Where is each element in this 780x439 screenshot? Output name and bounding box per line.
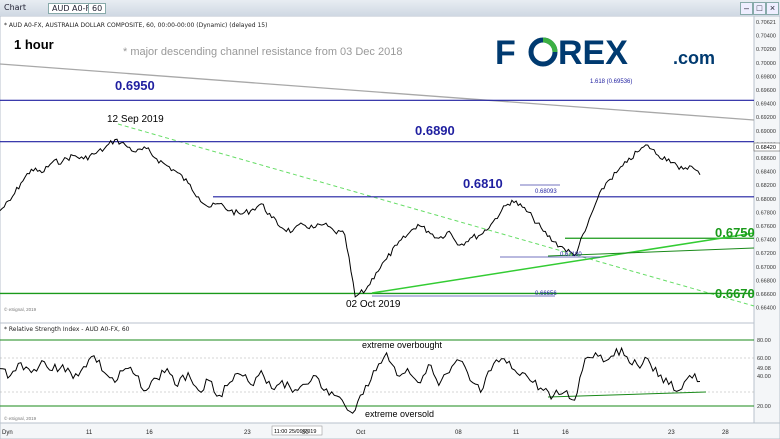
rsi-tick-label: 20.00 [757,404,771,410]
oversold-label: extreme oversold [365,409,434,419]
time-tick-label: 28 [722,430,729,436]
time-axis-left: Dyn [2,430,13,436]
logo-f: F [495,34,516,72]
chart-window-titlebar: Chart AUD A0-FX 60 – □ × [0,0,780,17]
logo-com: .com [673,48,715,68]
time-tick-label: 23 [668,430,675,436]
price-tick-label: 0.66800 [756,278,776,284]
rsi-pane [0,322,755,424]
level-0-6750: 0.6750 [715,225,755,240]
channel-note: * major descending channel resistance fr… [123,46,402,58]
price-tick-label: 0.70621 [756,20,776,26]
close-icon[interactable]: × [766,2,779,15]
price-tick-label: 0.67000 [756,265,776,271]
interval-field[interactable]: 60 [88,3,107,14]
level-0-6670: 0.6670 [715,286,755,301]
price-tick-label: 0.69000 [756,129,776,135]
price-tick-label: 0.68000 [756,197,776,203]
fib-label: 1.618 (0.69536) [590,79,632,85]
price-tick-label: 0.70000 [756,61,776,67]
price-tick-label: 0.67800 [756,210,776,216]
time-axis [0,422,780,439]
copyright-rsi: © eSignal, 2019 [4,415,37,421]
time-tick-label: 11 [86,430,93,436]
price-pane [0,16,755,332]
high-date-label: 12 Sep 2019 [107,114,164,125]
overbought-label: extreme overbought [362,340,443,350]
time-tick-label: 11 [513,430,520,436]
time-tick-label: 08 [455,430,462,436]
time-tick-label: 30 [302,430,309,436]
price-tick-label: 0.67600 [756,224,776,230]
timeframe-label: 1 hour [14,37,54,52]
price-tick-label: 0.70400 [756,34,776,40]
time-tick-label: 23 [244,430,251,436]
price-tick-label: 0.66600 [756,292,776,298]
price-tick-label: 0.67200 [756,251,776,257]
level-0-6810: 0.6810 [463,176,503,191]
rsi-tick-label: 49.08 [757,366,771,372]
price-tick-label: 0.69200 [756,115,776,121]
price-tick-label: 0.68200 [756,183,776,189]
rsi-tick-label: 60.00 [757,356,771,362]
rsi-tick-label: 80.00 [757,338,771,344]
minimize-icon[interactable]: – [740,2,753,15]
level-0-6950: 0.6950 [115,78,155,93]
low-date-label: 02 Oct 2019 [346,299,401,310]
maximize-icon[interactable]: □ [753,2,766,15]
swing-1-label: 0.68093 [535,189,557,195]
swing-2-label: 0.67180 [560,252,582,258]
crosshair-time: 11:00 25/09/2019 [274,429,316,435]
chart-header: * AUD A0-FX, AUSTRALIA DOLLAR COMPOSITE,… [4,22,267,29]
level-0-6890: 0.6890 [415,123,455,138]
rsi-header: * Relative Strength Index - AUD A0-FX, 6… [4,326,130,333]
price-tick-label: 0.68600 [756,156,776,162]
price-tick-label: 0.69400 [756,102,776,108]
price-tick-label: 0.69600 [756,88,776,94]
time-tick-label: Oct [356,430,366,436]
price-chart: * AUD A0-FX, AUSTRALIA DOLLAR COMPOSITE,… [0,16,780,439]
rsi-tick-label: 40.00 [757,374,771,380]
price-tick-label: 0.66400 [756,306,776,312]
price-tick-label: 0.67400 [756,238,776,244]
window-title: Chart [4,3,26,12]
time-tick-label: 16 [146,430,153,436]
price-tick-label: 0.69800 [756,74,776,80]
low-price-label: 0.66656 [535,291,557,297]
current-price-label: 0.68420 [756,145,776,151]
price-tick-label: 0.70200 [756,47,776,53]
logo-rex: REX [558,34,628,72]
time-tick-label: 16 [562,430,569,436]
copyright-price: © eSignal, 2019 [4,306,37,312]
price-tick-label: 0.68400 [756,170,776,176]
